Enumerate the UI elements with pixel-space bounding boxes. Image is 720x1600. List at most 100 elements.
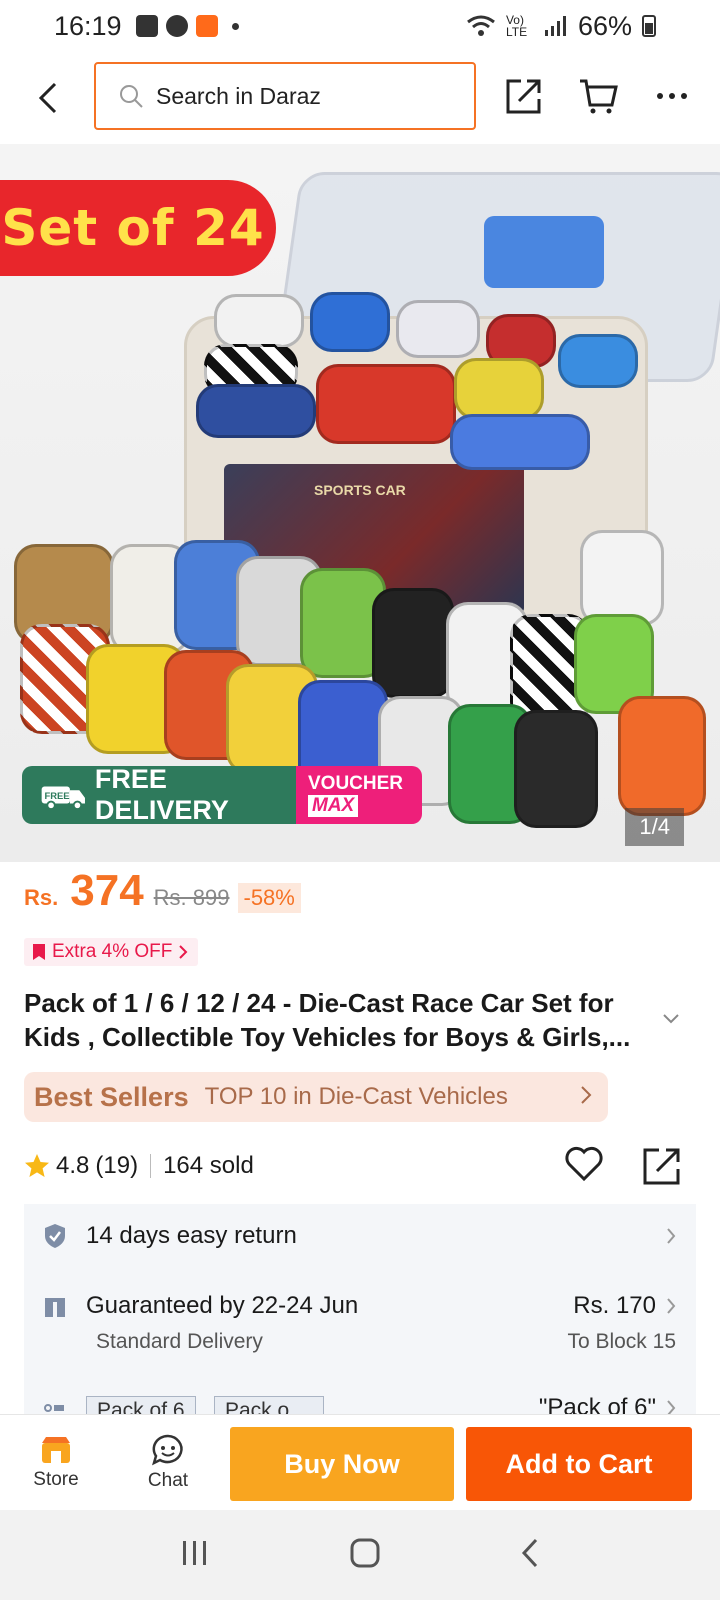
recent-apps-button[interactable] xyxy=(180,1539,210,1572)
notification-icons xyxy=(135,15,239,37)
cart-icon xyxy=(580,79,618,114)
extra-off-tag[interactable]: Extra 4% OFF xyxy=(24,938,199,966)
top-header: Search in Daraz xyxy=(0,56,720,140)
toy-car xyxy=(558,334,638,388)
free-tag-text: FREE xyxy=(44,790,69,801)
toy-car xyxy=(196,384,316,438)
gift-box-icon xyxy=(45,1298,65,1317)
back-button[interactable] xyxy=(28,78,68,118)
chat-label: Chat xyxy=(147,1469,189,1491)
divider xyxy=(150,1154,152,1178)
free-delivery-tag: FREE FREE DELIVERY xyxy=(22,766,296,824)
more-dots-icon xyxy=(657,93,687,99)
share-button[interactable] xyxy=(502,74,546,118)
buy-now-button[interactable]: Buy Now xyxy=(230,1427,454,1501)
search-placeholder: Search in Daraz xyxy=(156,82,321,109)
home-icon xyxy=(350,1538,380,1567)
guarantee-text: Guaranteed by 22-24 Jun xyxy=(86,1292,359,1319)
signal-icon xyxy=(544,16,566,36)
chevron-right-icon xyxy=(581,1086,592,1104)
voucher-max-text: MAX xyxy=(308,795,359,817)
voucher-icon xyxy=(33,944,45,960)
battery-icon xyxy=(642,15,656,37)
share-icon xyxy=(643,1148,680,1185)
status-time: 16:19 xyxy=(54,10,122,41)
toy-car xyxy=(514,710,598,828)
toy-car xyxy=(618,696,706,816)
store-label: Store xyxy=(33,1468,79,1490)
share-icon xyxy=(506,79,541,114)
wifi-icon xyxy=(467,15,495,36)
chat-icon xyxy=(152,1434,183,1465)
promo-banner: FREE FREE DELIVERY VOUCHER MAX xyxy=(22,766,422,824)
system-icons: Vo) LTE 66% xyxy=(466,0,656,52)
sold-count: 164 sold xyxy=(163,1152,254,1179)
toy-car xyxy=(580,530,664,626)
extra-off-text: Extra 4% OFF xyxy=(52,941,173,962)
rating-score[interactable]: 4.8 xyxy=(56,1152,89,1180)
store-button[interactable]: Store xyxy=(0,1435,112,1491)
voucher-max-tag: VOUCHER MAX xyxy=(296,766,422,824)
returns-row[interactable]: 14 days easy return xyxy=(44,1222,676,1250)
box-text: SPORTS CAR xyxy=(314,482,406,498)
search-icon xyxy=(120,85,143,108)
chevron-left-icon xyxy=(38,82,57,114)
expand-title-button[interactable] xyxy=(662,1012,680,1030)
recent-apps-icon xyxy=(182,1540,206,1565)
voucher-text: VOUCHER xyxy=(308,773,404,794)
network-label: Vo) LTE xyxy=(505,13,528,39)
variant-icon xyxy=(44,1404,64,1412)
rating-count[interactable]: (19) xyxy=(95,1152,138,1180)
chevron-right-icon xyxy=(667,1298,676,1314)
star-icon xyxy=(25,1154,49,1177)
more-options-button[interactable] xyxy=(650,74,694,118)
cart-button[interactable] xyxy=(576,74,620,118)
guarantee-row[interactable]: Guaranteed by 22-24 Jun Rs. 170 xyxy=(44,1292,676,1320)
share-product-button[interactable] xyxy=(642,1146,682,1193)
delivery-fee: Rs. 170 xyxy=(573,1292,656,1319)
add-to-cart-button[interactable]: Add to Cart xyxy=(466,1427,692,1501)
returns-text: 14 days easy return xyxy=(86,1222,297,1249)
snapchat-icon xyxy=(165,15,188,37)
set-badge: Set of 24 xyxy=(0,180,276,276)
discount-badge: -58% xyxy=(237,883,301,913)
rating-row: 4.8 (19) 164 sold xyxy=(24,1146,696,1186)
chat-button[interactable]: Chat xyxy=(112,1434,224,1492)
back-icon xyxy=(522,1538,538,1567)
toy-car xyxy=(396,300,480,358)
more-notifications-icon xyxy=(231,22,239,30)
toy-car xyxy=(310,292,390,352)
daraz-icon xyxy=(195,15,218,37)
shield-check-icon xyxy=(45,1224,65,1248)
current-price: 374 xyxy=(70,866,144,915)
product-image-carousel[interactable]: SPORTS CAR Set of 24 FREE FREE DELIVERY … xyxy=(0,144,720,862)
chevron-down-icon xyxy=(663,1014,679,1024)
wishlist-button[interactable] xyxy=(564,1146,604,1189)
toy-car xyxy=(454,358,544,420)
product-title: Pack of 1 / 6 / 12 / 24 - Die-Cast Race … xyxy=(24,988,631,1052)
original-price: Rs. 899 xyxy=(153,885,230,910)
delivery-method: Standard Delivery xyxy=(96,1330,263,1353)
delivery-truck-icon: FREE xyxy=(41,786,85,811)
free-delivery-text: FREE DELIVERY xyxy=(94,766,229,824)
chevron-right-icon xyxy=(179,945,188,959)
best-sellers-rank: TOP 10 in Die-Cast Vehicles xyxy=(204,1083,508,1110)
image-counter: 1/4 xyxy=(625,808,684,846)
bottom-action-bar: Store Chat Buy Now Add to Cart xyxy=(0,1414,720,1510)
search-input[interactable]: Search in Daraz xyxy=(94,62,476,130)
delivery-location: To Block 15 xyxy=(567,1330,676,1353)
toy-car xyxy=(316,364,456,444)
delivery-method-row: Standard Delivery To Block 15 xyxy=(44,1330,676,1354)
best-sellers-label: Best Sellers xyxy=(34,1081,189,1112)
toy-car xyxy=(372,588,454,698)
system-back-button[interactable] xyxy=(520,1537,540,1574)
delivery-info-card: 14 days easy return Guaranteed by 22-24 … xyxy=(24,1204,696,1418)
gallery-icon xyxy=(135,15,158,37)
chevron-right-icon xyxy=(667,1228,676,1244)
best-sellers-banner[interactable]: Best Sellers TOP 10 in Die-Cast Vehicles xyxy=(24,1072,608,1122)
heart-icon xyxy=(565,1146,603,1182)
battery-percent: 66% xyxy=(577,10,632,41)
home-button[interactable] xyxy=(349,1537,381,1574)
price-row: Rs. 374 Rs. 899 -58% xyxy=(24,866,301,916)
system-nav-bar xyxy=(0,1510,720,1600)
